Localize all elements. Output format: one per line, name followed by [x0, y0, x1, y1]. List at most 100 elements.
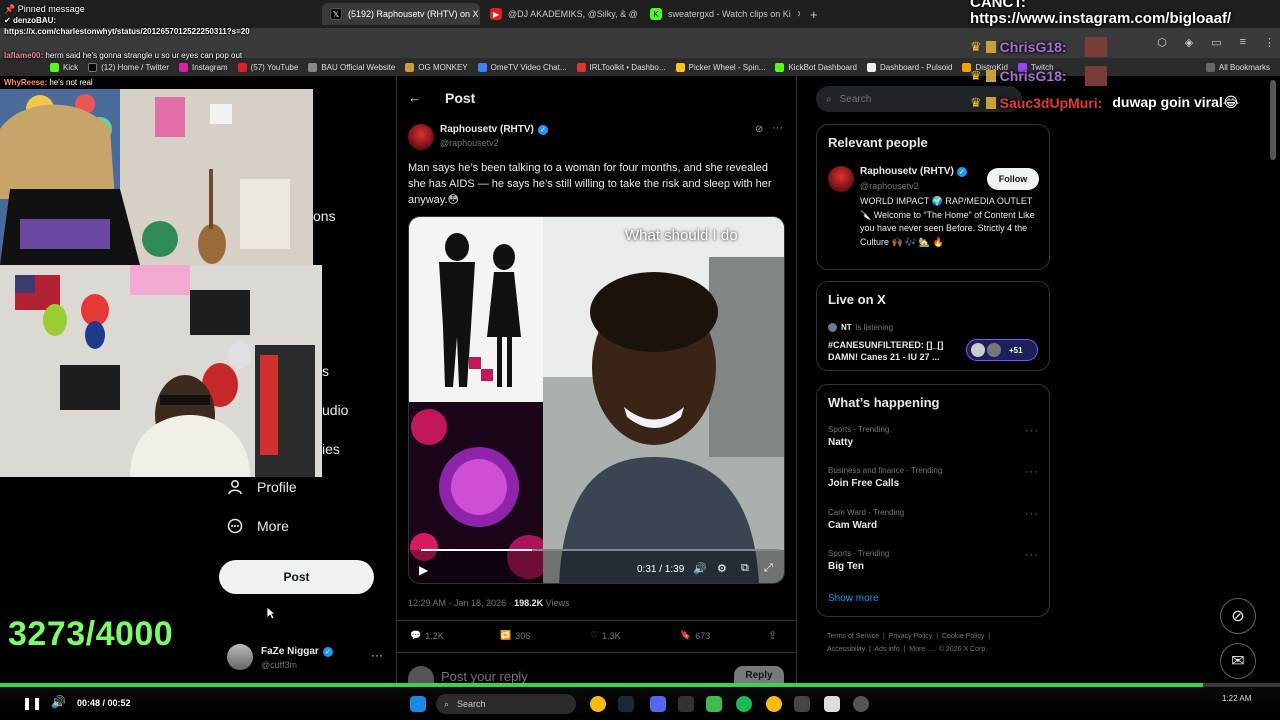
bookmark-action[interactable]: 🔖 673 [680, 630, 710, 641]
author-name: Raphousetv (RHTV) [440, 124, 534, 135]
post-timestamp[interactable]: 12:29 AM · Jan 18, 2026 [408, 598, 506, 608]
windows-start-icon[interactable] [410, 696, 426, 712]
post-button[interactable]: Post [219, 560, 374, 594]
bookmark-og-monkey[interactable]: OG MONKEY [405, 62, 468, 72]
grok-float-icon[interactable]: ⊘ [1220, 598, 1256, 634]
grok-icon[interactable]: ⊘ [755, 124, 763, 135]
player-controls: ❚❚ 🔊 00:48 / 00:52 [0, 687, 1280, 720]
steam-icon[interactable] [618, 696, 634, 712]
app-icon[interactable] [824, 696, 840, 712]
relevant-avatar[interactable] [828, 166, 854, 192]
nav-communities-partial[interactable]: s [322, 363, 329, 379]
video-scrubber[interactable] [421, 549, 780, 551]
tab-akademiks[interactable]: ▶ @DJ AKADEMIKS, @Silky, & @ ✕ [482, 3, 640, 25]
whats-happening-panel: What’s happening Sports · Trending Natty… [816, 384, 1050, 617]
spotify-icon[interactable] [736, 696, 752, 712]
search-input[interactable]: Search [840, 94, 872, 105]
terminal-icon[interactable] [794, 696, 810, 712]
account-switcher[interactable]: FaZe Niggar ✓ @cuff3m ··· [227, 644, 387, 674]
reply-action[interactable]: 💬 1.2K [410, 630, 444, 641]
pause-icon[interactable]: ❚❚ [22, 696, 42, 710]
trend-more-icon[interactable]: ··· [1025, 466, 1039, 478]
live-space-title[interactable]: #CANESUNFILTERED: []_[] DAMN! Canes 21 -… [828, 339, 958, 363]
nav-more[interactable]: More [227, 518, 289, 534]
copyright: © 2026 X Corp. [938, 646, 988, 653]
app-icon[interactable] [706, 696, 722, 712]
bookmark-ometv[interactable]: OmeTV Video Chat... [477, 62, 567, 72]
page-scrollbar[interactable] [1270, 80, 1276, 160]
screen-icon[interactable]: ▭ [1211, 36, 1221, 50]
all-bookmarks[interactable]: All Bookmarks [1205, 62, 1270, 72]
post-video[interactable]: What should I do ▶ 0:31 / 1:39 🔊 ⚙ ⧉ ⤢ [408, 216, 785, 584]
nav-notifications-partial[interactable]: ons [313, 208, 336, 224]
bookmark-youtube[interactable]: (57) YouTube [237, 62, 298, 72]
live-listeners-pill[interactable]: +51 [966, 339, 1038, 361]
footer-link[interactable]: Ads info [874, 646, 899, 653]
trend-item[interactable]: Cam Ward · Trending Cam Ward [828, 508, 1040, 531]
extension-icon[interactable]: ⬡ [1157, 36, 1167, 50]
puzzle-icon[interactable]: ◈ [1185, 36, 1193, 50]
volume-icon[interactable]: 🔊 [693, 562, 707, 575]
bookmark-picker-wheel[interactable]: Picker Wheel - Spin... [675, 62, 765, 72]
account-avatar [227, 644, 253, 670]
back-arrow-icon[interactable]: ← [408, 90, 421, 105]
trend-item[interactable]: Business and finance · Trending Join Fre… [828, 466, 1040, 489]
player-time: 00:48 / 00:52 [77, 698, 131, 708]
post-more-icon[interactable]: ··· [772, 122, 783, 134]
play-icon[interactable]: ▶ [419, 563, 428, 577]
bookmark-twitter[interactable]: (12) Home / Twitter [88, 62, 169, 72]
footer-link[interactable]: Cookie Policy [942, 633, 984, 640]
app-icon[interactable] [678, 696, 694, 712]
trend-more-icon[interactable]: ··· [1025, 425, 1039, 437]
footer-link[interactable]: Terms of Service [827, 633, 879, 640]
reply-button[interactable]: Reply [734, 666, 784, 683]
account-more-icon[interactable]: ··· [371, 648, 383, 662]
footer-link[interactable]: Accessibility [827, 646, 865, 653]
tab-raphousetv[interactable]: 𝕏 (5192) Raphousetv (RHTV) on X ✕ [322, 3, 480, 25]
obs-icon[interactable] [853, 696, 869, 712]
show-more-link[interactable]: Show more [828, 593, 879, 604]
repost-action[interactable]: 🔁 306 [500, 630, 530, 641]
messages-float-icon[interactable]: ✉ [1220, 643, 1256, 679]
bookmark-pulsoid[interactable]: Dashboard - Pulsoid [866, 62, 952, 72]
taskbar-search[interactable]: ⌕ Search [436, 694, 576, 714]
trend-more-icon[interactable]: ··· [1025, 508, 1039, 520]
bookmark-kick[interactable]: Kick [50, 62, 78, 72]
fullscreen-icon[interactable]: ⤢ [764, 562, 773, 575]
bookmark-icon: 🔖 [680, 630, 692, 640]
nav-profile[interactable]: Profile [227, 479, 297, 495]
follow-button[interactable]: Follow [987, 168, 1039, 190]
footer-link[interactable]: Privacy Policy [889, 633, 933, 640]
nav-audio-partial[interactable]: udio [322, 402, 348, 418]
trend-item[interactable]: Sports · Trending Natty [828, 425, 1040, 448]
relevant-name-row[interactable]: Raphousetv (RHTV) ✓ [860, 166, 967, 177]
menu-lines-icon[interactable]: ≡ [1240, 36, 1246, 50]
footer-link[interactable]: More ... [909, 646, 933, 653]
new-tab-button[interactable]: + [802, 3, 822, 25]
reply-input[interactable]: Post your reply [441, 669, 528, 683]
volume-icon[interactable]: 🔊 [51, 695, 66, 709]
pip-icon[interactable]: ⧉ [741, 562, 749, 575]
author-name-row[interactable]: Raphousetv (RHTV) ✓ [440, 124, 548, 135]
kebab-menu-icon[interactable]: ⋮ [1264, 36, 1275, 50]
share-icon[interactable]: ⇪ [768, 629, 777, 642]
overlay-chat-line-1: ♛ ChrisG18: [970, 37, 1107, 57]
close-icon[interactable]: ✕ [797, 9, 800, 20]
tab-label: @DJ AKADEMIKS, @Silky, & @ [508, 9, 638, 19]
tab-sweatergxd[interactable]: K sweatergxd - Watch clips on Ki ✕ [642, 3, 800, 25]
like-action[interactable]: ♡ 1.3K [590, 630, 621, 641]
chrome-icon[interactable] [590, 696, 606, 712]
overlay-chat-url: https://www.instagram.com/bigloaaf/ [970, 10, 1232, 27]
bookmark-bau[interactable]: BAU Official Website [308, 62, 395, 72]
author-avatar[interactable] [408, 124, 434, 150]
discord-icon[interactable] [650, 696, 666, 712]
bookmark-instagram[interactable]: Instagram [179, 62, 228, 72]
chrome-icon[interactable] [766, 696, 782, 712]
bookmark-kickbot[interactable]: KickBot Dashboard [775, 62, 857, 72]
settings-icon[interactable]: ⚙ [717, 562, 727, 575]
relevant-handle: @raphousetv2 [860, 181, 919, 191]
bookmark-irltoolkit[interactable]: IRLToolkit • Dashbo... [576, 62, 666, 72]
nav-stories-partial[interactable]: ies [322, 441, 340, 457]
trend-item[interactable]: Sports · Trending Big Ten [828, 549, 1040, 572]
trend-more-icon[interactable]: ··· [1025, 549, 1039, 561]
